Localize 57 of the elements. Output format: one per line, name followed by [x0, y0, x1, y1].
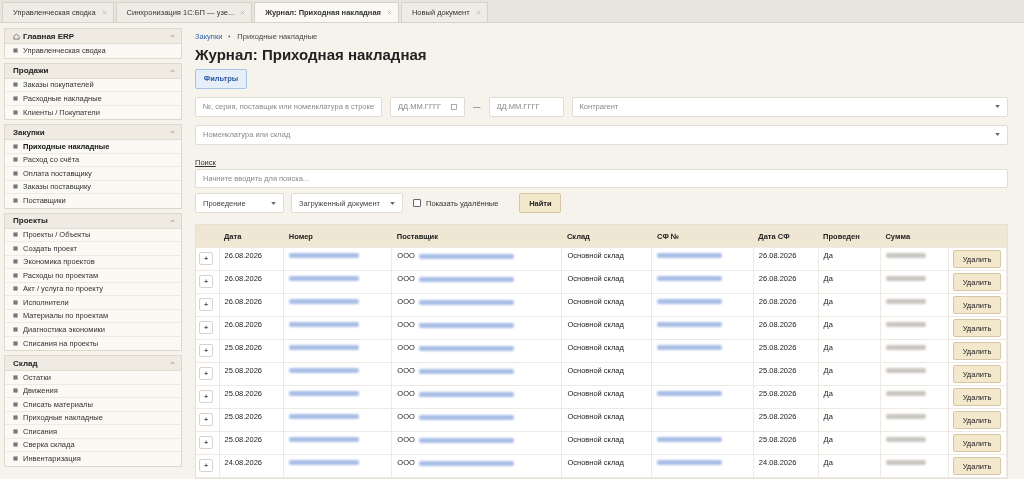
blurred-text	[885, 276, 926, 281]
blurred-text	[289, 368, 360, 373]
sidebar-group-header[interactable]: Продажи	[5, 63, 181, 79]
blurred-text	[885, 299, 926, 304]
close-icon[interactable]	[475, 10, 481, 15]
caret-icon	[995, 133, 1000, 137]
chevron-right-icon	[228, 34, 232, 39]
expand-button[interactable]: +	[199, 344, 213, 357]
blurred-text	[289, 414, 360, 419]
group-title: Продажи	[13, 66, 50, 75]
blurred-text	[289, 437, 360, 442]
close-icon[interactable]	[101, 10, 107, 15]
expand-button[interactable]: +	[199, 436, 213, 449]
chevron-icon[interactable]	[170, 361, 175, 365]
blurred-text	[289, 460, 360, 465]
blurred-text	[289, 253, 360, 258]
blurred-text	[289, 322, 360, 327]
blurred-text	[885, 368, 926, 373]
expand-button[interactable]: +	[199, 275, 213, 288]
blurred-text	[885, 414, 926, 419]
blurred-text	[289, 345, 360, 350]
blurred-text	[289, 276, 360, 281]
expand-button[interactable]: +	[199, 298, 213, 311]
sidebar-group-header[interactable]: Главная ERP	[5, 29, 181, 44]
chevron-icon[interactable]	[170, 130, 175, 134]
group-title: Закупки	[13, 127, 46, 137]
caret-icon	[995, 105, 1000, 109]
blurred-text	[885, 322, 926, 327]
expand-button[interactable]: +	[199, 390, 213, 403]
blurred-text	[885, 391, 926, 396]
chevron-icon[interactable]	[170, 34, 175, 38]
caret-icon	[390, 201, 395, 205]
blurred-text	[885, 460, 926, 465]
calendar-icon[interactable]	[451, 103, 457, 110]
blurred-text	[885, 345, 926, 350]
expand-button[interactable]: +	[199, 367, 213, 380]
expand-button[interactable]: +	[199, 459, 213, 472]
group-title: Склад	[13, 358, 39, 368]
expand-button[interactable]: +	[199, 321, 213, 334]
blurred-text	[885, 437, 926, 442]
expand-button[interactable]: +	[199, 413, 213, 426]
chevron-icon[interactable]	[170, 218, 175, 223]
blurred-text	[289, 299, 360, 304]
sidebar-group-header[interactable]: Склад	[5, 356, 181, 371]
close-icon[interactable]	[386, 10, 392, 15]
group-title: Проекты	[13, 216, 49, 225]
caret-icon	[271, 201, 276, 205]
page-title: Журнал: Приходная накладная	[195, 46, 428, 63]
chevron-icon[interactable]	[170, 68, 175, 73]
close-icon[interactable]	[240, 10, 246, 15]
sidebar-group-header[interactable]: Закупки	[5, 125, 181, 140]
blurred-text	[289, 391, 360, 396]
blurred-text	[885, 253, 926, 258]
checkbox[interactable]	[413, 199, 421, 207]
group-title: Главная ERP	[23, 31, 76, 41]
expand-button[interactable]: +	[199, 252, 213, 265]
sidebar-group-header[interactable]: Проекты	[5, 213, 181, 229]
